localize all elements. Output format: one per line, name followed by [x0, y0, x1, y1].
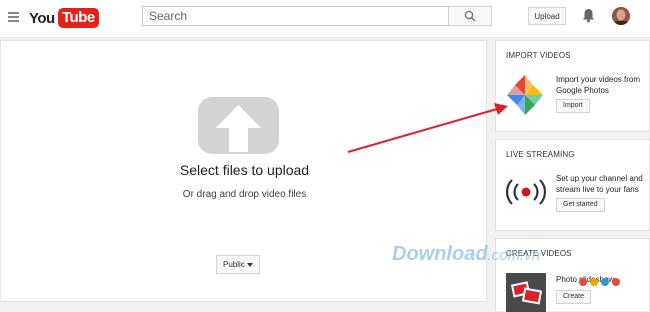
- live-broadcast-icon: [506, 179, 546, 205]
- avatar[interactable]: [612, 7, 630, 25]
- watermark-main: Download: [392, 243, 488, 265]
- create-button[interactable]: Create: [556, 290, 592, 304]
- select-files-title: Select files to upload: [179, 162, 310, 178]
- import-card-title: IMPORT VIDEOS: [506, 51, 571, 60]
- search-icon: [464, 10, 476, 22]
- search-box: [142, 6, 449, 26]
- search-button[interactable]: [449, 6, 492, 26]
- google-photos-icon: [507, 75, 543, 115]
- get-started-button[interactable]: Get started: [556, 198, 605, 212]
- avatar-image: [612, 7, 630, 25]
- live-streaming-card: LIVE STREAMING Set up your channel and s…: [495, 139, 650, 231]
- import-button[interactable]: Import: [556, 99, 590, 113]
- watermark-dots: [579, 273, 623, 291]
- privacy-dropdown[interactable]: Public: [216, 255, 260, 274]
- chevron-down-icon: [247, 263, 253, 267]
- live-card-text: Set up your channel and stream live to y…: [556, 174, 643, 194]
- bell-icon[interactable]: [582, 8, 595, 23]
- logo-you-text: You: [29, 10, 55, 27]
- watermark-dot: [590, 278, 598, 286]
- watermark-dot: [612, 278, 620, 286]
- photo-slideshow-thumbnail: [506, 273, 546, 312]
- upload-arrow-icon[interactable]: [198, 97, 279, 154]
- watermark-dot: [601, 278, 609, 286]
- watermark-dot: [579, 278, 587, 286]
- upload-button[interactable]: Upload: [528, 7, 566, 25]
- watermark-suffix: .com.vn: [487, 247, 541, 264]
- menu-icon[interactable]: [8, 12, 19, 22]
- drag-drop-hint: Or drag and drop video files: [182, 189, 307, 200]
- search-input[interactable]: [143, 7, 445, 25]
- live-card-title: LIVE STREAMING: [506, 150, 575, 159]
- logo-tube-text: Tube: [58, 8, 99, 28]
- top-bar: You Tube Upload: [0, 0, 650, 38]
- import-card-text: Import your videos from Google Photos: [556, 75, 641, 95]
- import-videos-card: IMPORT VIDEOS Import your videos from Go…: [495, 40, 650, 132]
- privacy-value: Public: [223, 260, 245, 269]
- watermark: Download.com.vn: [392, 243, 540, 266]
